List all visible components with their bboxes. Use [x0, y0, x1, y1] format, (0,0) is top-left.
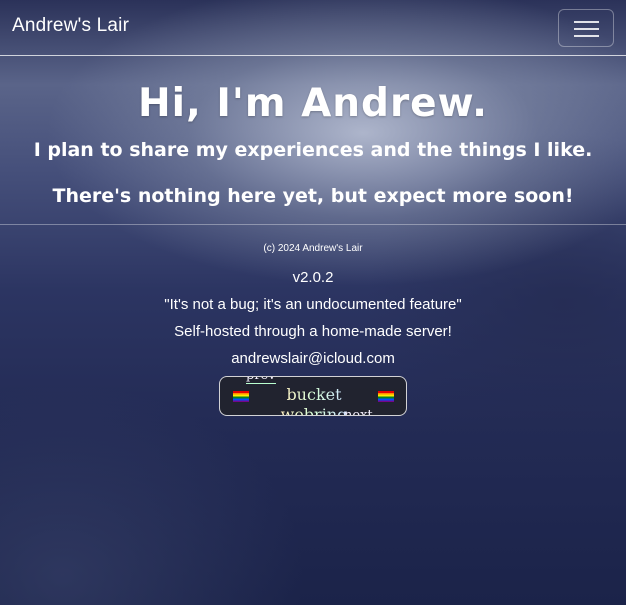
- webring-widget: prev bucket webring next: [219, 376, 407, 416]
- rainbow-flag-icon: [378, 391, 394, 402]
- rainbow-flag-icon: [233, 391, 249, 402]
- email-link[interactable]: andrewslair@icloud.com: [0, 345, 626, 372]
- webring-prev-link[interactable]: prev: [246, 377, 276, 384]
- quote-text: "It's not a bug; it's an undocumented fe…: [164, 296, 462, 313]
- hamburger-menu-icon: [574, 35, 599, 37]
- navbar-toggle-button[interactable]: [558, 9, 614, 47]
- hero-subtitle: I plan to share my experiences and the t…: [33, 139, 593, 161]
- footer: (c) 2024 Andrew's Lair v2.0.2 "It's not …: [0, 240, 626, 372]
- navbar: Andrew's Lair: [0, 0, 626, 56]
- copyright-text: (c) 2024 Andrew's Lair: [263, 243, 363, 254]
- brand-link[interactable]: Andrew's Lair: [12, 15, 129, 37]
- hamburger-menu-icon: [574, 28, 599, 30]
- version-text: v2.0.2: [292, 269, 334, 286]
- page-title: Hi, I'm Andrew.: [138, 81, 488, 126]
- hamburger-menu-icon: [574, 21, 599, 23]
- hero-note: There's nothing here yet, but expect mor…: [52, 185, 574, 207]
- hosted-text: Self-hosted through a home-made server!: [174, 323, 452, 340]
- webring-next-link[interactable]: next: [344, 408, 373, 415]
- hero-section: Hi, I'm Andrew. I plan to share my exper…: [0, 56, 626, 225]
